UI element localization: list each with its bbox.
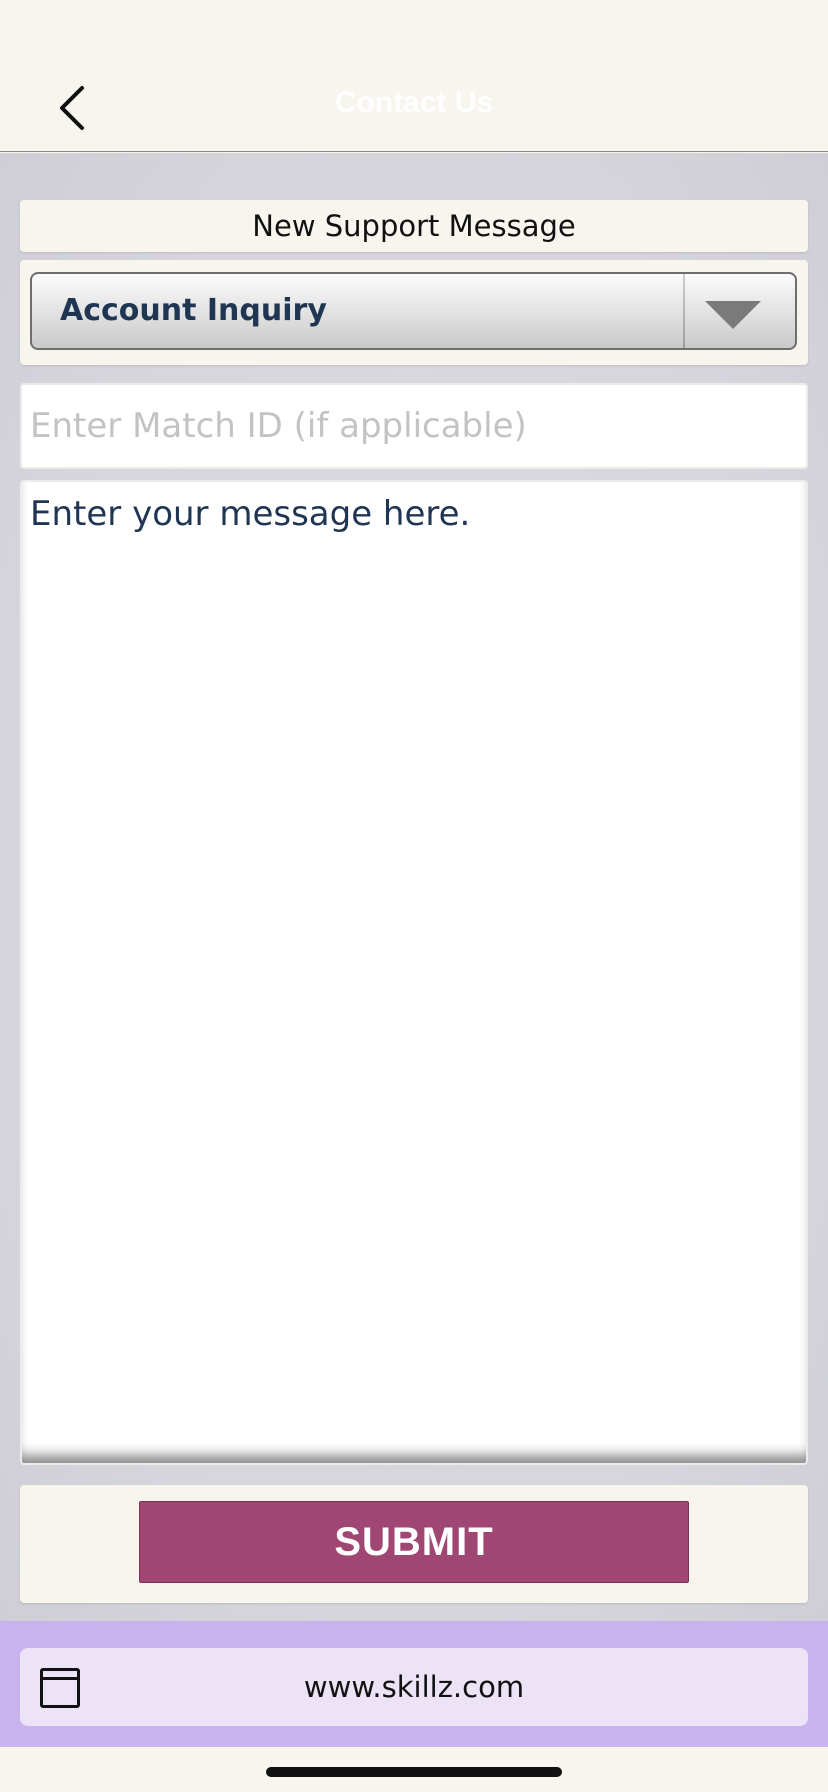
triangle-down-icon — [705, 301, 761, 329]
page-title: Contact Us — [334, 86, 494, 119]
form-header: New Support Message — [20, 200, 808, 252]
app-screen: Contact Us New Support Message Account I… — [0, 0, 828, 1792]
form-title: New Support Message — [252, 209, 576, 243]
dropdown-divider — [683, 274, 685, 348]
url-bar[interactable]: www.skillz.com — [20, 1648, 808, 1726]
match-id-input[interactable] — [20, 383, 808, 469]
category-selected-value: Account Inquiry — [60, 293, 327, 328]
category-select-container: Account Inquiry — [20, 260, 808, 365]
submit-button[interactable]: SUBMIT — [139, 1501, 689, 1583]
url-text: www.skillz.com — [303, 1670, 525, 1704]
top-navigation-bar: Contact Us — [0, 0, 828, 152]
browser-footer: www.skillz.com — [0, 1621, 828, 1747]
home-indicator-area — [0, 1747, 828, 1792]
main-content: New Support Message Account Inquiry SUBM… — [0, 153, 828, 1621]
category-dropdown[interactable]: Account Inquiry — [30, 272, 797, 350]
message-textarea[interactable] — [20, 480, 808, 1465]
home-indicator[interactable] — [266, 1767, 562, 1777]
submit-container: SUBMIT — [20, 1485, 808, 1603]
